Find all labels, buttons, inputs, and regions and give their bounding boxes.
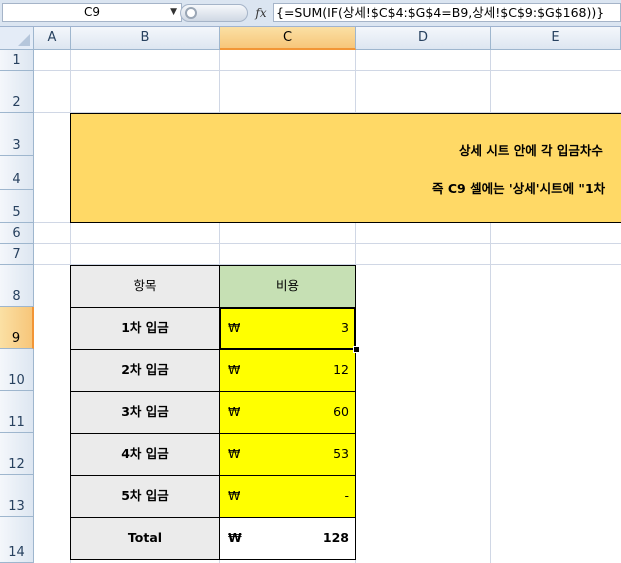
column-header-a[interactable]: A: [34, 27, 71, 50]
value: 12: [333, 362, 349, 377]
row-label: Total: [127, 530, 163, 545]
column-header-e[interactable]: E: [491, 27, 621, 50]
row-number: 2: [12, 95, 21, 110]
header-item-cell[interactable]: 항목: [70, 265, 220, 308]
row-header-14[interactable]: 14: [0, 517, 34, 563]
banner-line-2: 즉 C9 셀에는 '상세'시트에 "1차: [432, 181, 606, 196]
row-number: 9: [11, 331, 21, 346]
insert-function-icon[interactable]: fx: [250, 4, 272, 22]
label-cell-1[interactable]: 1차 입금: [70, 307, 220, 350]
row-label: 4차 입금: [121, 446, 169, 461]
value: -: [344, 488, 349, 503]
row-label: 1차 입금: [121, 320, 169, 335]
value: 60: [333, 404, 349, 419]
row-number: 14: [8, 545, 25, 560]
gridline: [34, 70, 621, 71]
row-number: 11: [8, 415, 25, 430]
formula-input[interactable]: {=SUM(IF(상세!$C$4:$G$4=B9,상세!$C$9:$G$168)…: [273, 3, 621, 22]
currency-symbol: ₩: [228, 446, 241, 461]
label-cell-4[interactable]: 4차 입금: [70, 433, 220, 476]
row-label: 5차 입금: [121, 488, 169, 503]
row-header-12[interactable]: 12: [0, 433, 34, 475]
row-header-5[interactable]: 5: [0, 190, 34, 223]
value-cell-total[interactable]: ₩128: [219, 517, 356, 560]
row-number: 7: [12, 247, 21, 262]
row-header-11[interactable]: 11: [0, 391, 34, 433]
gridline: [34, 243, 621, 244]
row-number: 8: [12, 289, 21, 304]
value-cell-3[interactable]: ₩60: [219, 391, 356, 434]
row-header-13[interactable]: 13: [0, 475, 34, 517]
row-number: 3: [12, 138, 21, 153]
fill-handle[interactable]: [353, 346, 360, 353]
value-cell-4[interactable]: ₩53: [219, 433, 356, 476]
row-header-7[interactable]: 7: [0, 244, 34, 265]
value: 53: [333, 446, 349, 461]
row-number: 5: [12, 205, 21, 220]
label-cell-2[interactable]: 2차 입금: [70, 349, 220, 392]
row-number: 10: [8, 373, 25, 388]
name-box[interactable]: C9 ▼: [2, 3, 182, 22]
select-all-button[interactable]: [0, 27, 34, 50]
row-number: 12: [8, 457, 25, 472]
row-header-9[interactable]: 9: [0, 307, 34, 349]
row-header-3[interactable]: 3: [0, 113, 34, 156]
column-header-c[interactable]: C: [220, 27, 356, 50]
currency-symbol: ₩: [228, 320, 241, 335]
chevron-down-icon[interactable]: ▼: [170, 4, 177, 21]
row-header-10[interactable]: 10: [0, 349, 34, 391]
banner-line-1: 상세 시트 안에 각 입금차수: [459, 143, 603, 158]
formula-bar: C9 ▼ fx {=SUM(IF(상세!$C$4:$G$4=B9,상세!$C$9…: [0, 0, 621, 27]
name-box-value: C9: [83, 5, 100, 19]
column-header-d[interactable]: D: [356, 27, 491, 50]
value-cell-1[interactable]: ₩3: [219, 307, 356, 350]
row-header-6[interactable]: 6: [0, 223, 34, 244]
header-item: 항목: [133, 278, 157, 293]
label-cell-3[interactable]: 3차 입금: [70, 391, 220, 434]
row-label: 2차 입금: [121, 362, 169, 377]
row-number: 4: [12, 172, 21, 187]
value: 128: [322, 530, 349, 545]
header-cost-cell[interactable]: 비용: [219, 265, 356, 308]
currency-symbol: ₩: [228, 530, 242, 545]
value: 3: [341, 320, 349, 335]
row-number: 6: [12, 226, 21, 241]
instruction-banner[interactable]: 상세 시트 안에 각 입금차수 즉 C9 셀에는 '상세'시트에 "1차: [70, 113, 621, 223]
label-cell-5[interactable]: 5차 입금: [70, 475, 220, 518]
row-header-1[interactable]: 1: [0, 50, 34, 71]
row-header-4[interactable]: 4: [0, 156, 34, 190]
grip-icon: [185, 7, 197, 19]
column-header-b[interactable]: B: [71, 27, 220, 50]
header-cost: 비용: [275, 278, 299, 293]
currency-symbol: ₩: [228, 488, 241, 503]
value-cell-5[interactable]: ₩ -: [219, 475, 356, 518]
row-number: 13: [8, 499, 25, 514]
value-cell-2[interactable]: ₩12: [219, 349, 356, 392]
row-header-2[interactable]: 2: [0, 71, 34, 113]
row-header-8[interactable]: 8: [0, 265, 34, 307]
label-cell-total[interactable]: Total: [70, 517, 220, 560]
currency-symbol: ₩: [228, 404, 241, 419]
row-label: 3차 입금: [121, 404, 169, 419]
row-number: 1: [12, 53, 21, 68]
currency-symbol: ₩: [228, 362, 241, 377]
formula-bar-resize-handle[interactable]: [180, 4, 248, 22]
